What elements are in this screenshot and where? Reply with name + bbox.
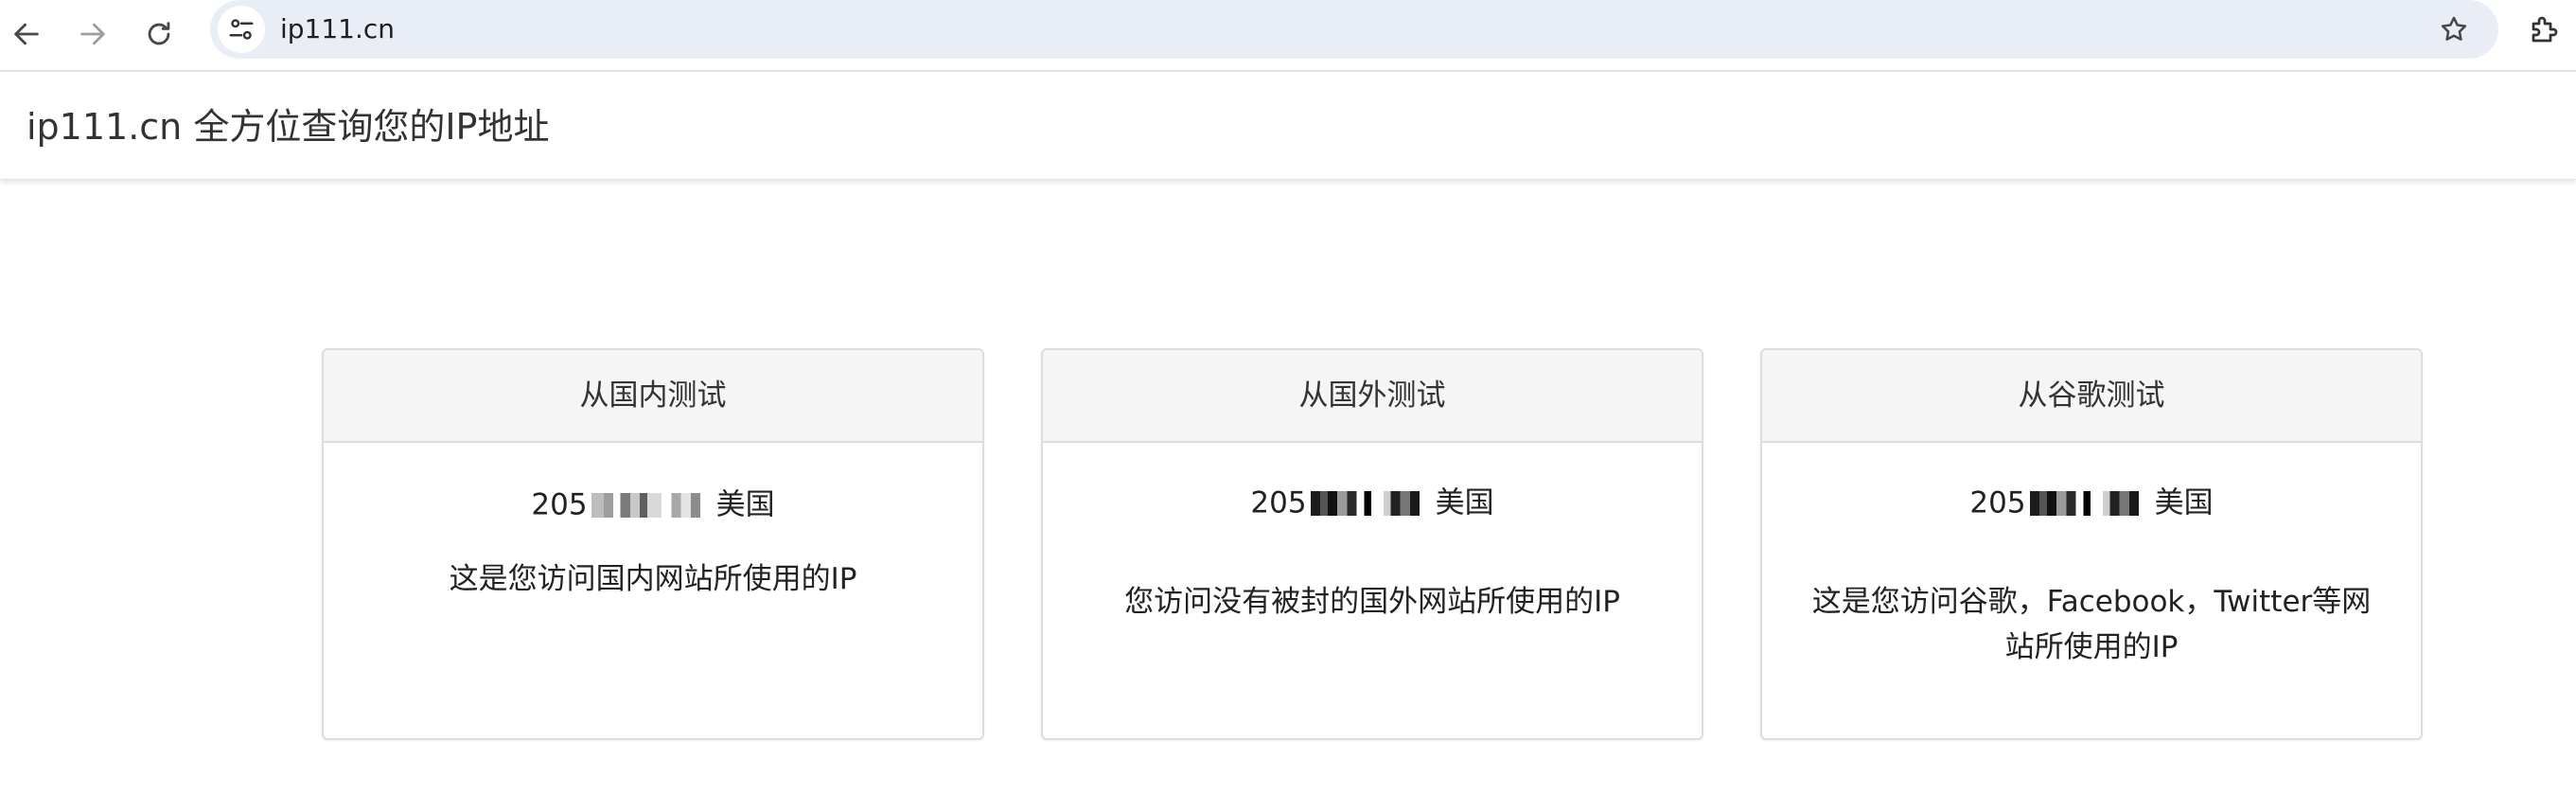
- ip-address-line: 205 美国: [1762, 483, 2421, 522]
- redacted-ip: [591, 492, 713, 518]
- ip-prefix: 205: [1250, 485, 1307, 520]
- browser-toolbar: ip111.cn: [0, 0, 2576, 72]
- panel-domestic-test: 从国内测试 205 美国 这是您访问国内网站所使用的IP: [322, 348, 984, 740]
- ip-address-line: 205 美国: [1043, 483, 1702, 522]
- reload-button[interactable]: [132, 8, 185, 61]
- ip-country: 美国: [1435, 485, 1494, 520]
- puzzle-icon: [2532, 16, 2558, 43]
- forward-arrow-icon: [80, 23, 105, 45]
- redacted-ip: [1310, 490, 1432, 516]
- panel-body: 205 美国 这是您访问国内网站所使用的IP: [324, 443, 982, 738]
- panel-body: 205 美国 这是您访问谷歌，Facebook，Twitter等网站所使用的IP: [1762, 443, 2421, 738]
- panel-heading: 从谷歌测试: [1762, 350, 2421, 443]
- panel-description: 这是您访问谷歌，Facebook，Twitter等网站所使用的IP: [1811, 585, 2372, 664]
- ip-prefix: 205: [1969, 485, 2026, 520]
- back-button[interactable]: [0, 8, 53, 61]
- star-icon: [2441, 16, 2467, 41]
- page-title: ip111.cn 全方位查询您的IP地址: [26, 106, 550, 148]
- extensions-button[interactable]: [2519, 4, 2570, 55]
- panel-body: 205 美国 您访问没有被封的国外网站所使用的IP: [1043, 443, 1702, 738]
- panel-heading: 从国外测试: [1043, 350, 1702, 443]
- site-info-button[interactable]: [218, 6, 265, 53]
- redacted-ip: [2029, 490, 2151, 516]
- ip-address-line: 205 美国: [324, 485, 982, 524]
- tune-icon: [229, 19, 254, 40]
- bookmark-button[interactable]: [2434, 9, 2474, 49]
- site-header: ip111.cn 全方位查询您的IP地址: [0, 74, 2576, 180]
- reload-icon: [148, 22, 170, 45]
- url-text[interactable]: ip111.cn: [280, 0, 395, 59]
- ip-prefix: 205: [531, 487, 588, 522]
- ip-country: 美国: [715, 487, 775, 522]
- panel-heading: 从国内测试: [324, 350, 982, 443]
- panel-foreign-test: 从国外测试 205 美国 您访问没有被封的国外网站所使用的IP: [1041, 348, 1703, 740]
- ip-country: 美国: [2154, 485, 2214, 520]
- panel-description: 这是您访问国内网站所使用的IP: [449, 562, 857, 596]
- panel-description: 您访问没有被封的国外网站所使用的IP: [1124, 585, 1620, 619]
- back-arrow-icon: [14, 23, 39, 45]
- address-bar[interactable]: ip111.cn: [210, 0, 2498, 59]
- panel-google-test: 从谷歌测试 205 美国 这是您访问谷歌，Facebook，Twitter等网站所…: [1760, 348, 2423, 740]
- forward-button[interactable]: [66, 8, 119, 61]
